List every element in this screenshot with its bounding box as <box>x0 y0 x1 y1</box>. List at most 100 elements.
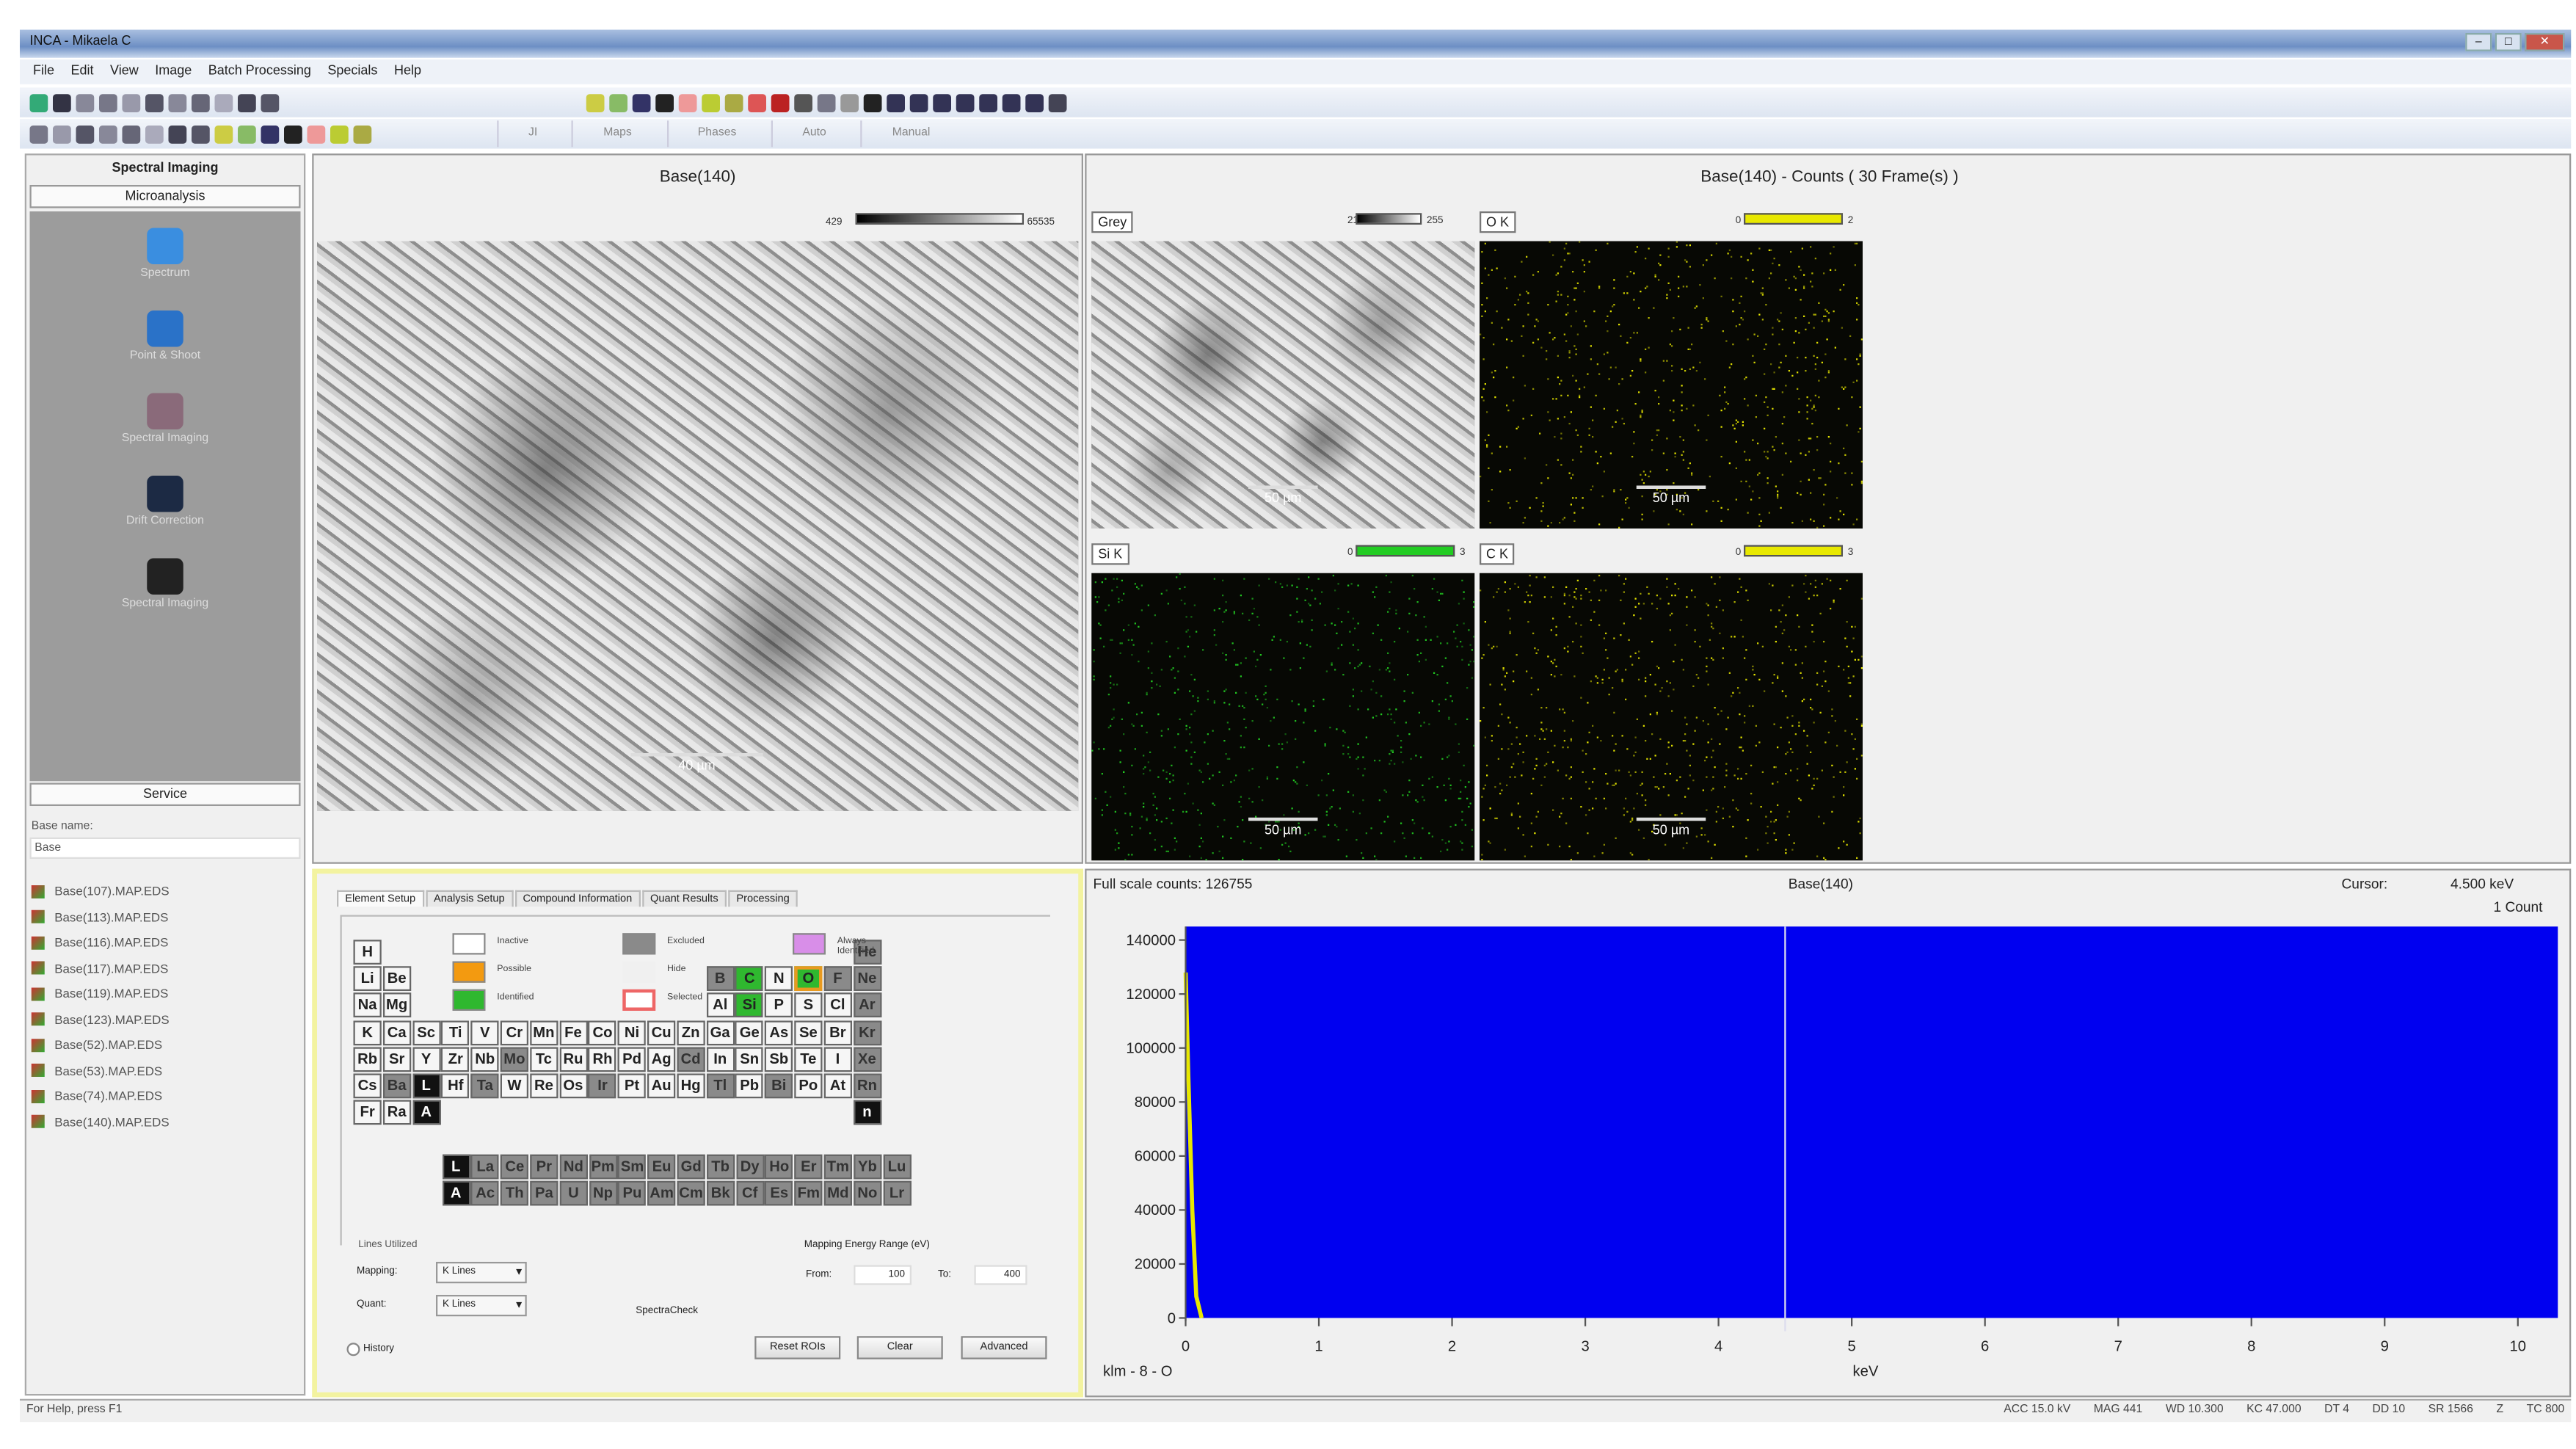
element-Zr[interactable]: Zr <box>441 1047 470 1072</box>
layout-icon[interactable] <box>99 124 117 143</box>
element-Hf[interactable]: Hf <box>441 1073 470 1099</box>
element-Sc[interactable]: Sc <box>412 1020 440 1045</box>
element-Po[interactable]: Po <box>794 1073 823 1099</box>
settings-icon[interactable] <box>1048 93 1067 112</box>
element-Bk[interactable]: Bk <box>706 1181 735 1206</box>
element-V[interactable]: V <box>470 1020 499 1045</box>
element-Pt[interactable]: Pt <box>617 1073 647 1099</box>
element-Yb[interactable]: Yb <box>853 1154 882 1180</box>
element-At[interactable]: At <box>823 1073 852 1099</box>
spectrum-chart[interactable]: 0 20000 40000 60000 80000 100000 120000 140000 0… <box>1087 871 2573 1399</box>
element-Cr[interactable]: Cr <box>500 1020 528 1045</box>
element-Cs[interactable]: Cs <box>353 1073 382 1099</box>
advanced-button[interactable]: Advanced <box>961 1336 1047 1359</box>
element-Ir[interactable]: Ir <box>588 1073 617 1099</box>
checkbox-icon[interactable] <box>346 1343 360 1357</box>
stack-icon[interactable] <box>817 93 836 112</box>
element-In[interactable]: In <box>706 1047 735 1072</box>
element-Co[interactable]: Co <box>588 1020 617 1045</box>
toolbar-tab-maps[interactable]: Maps <box>572 120 662 148</box>
element-Mg[interactable]: Mg <box>382 993 411 1018</box>
element-Ho[interactable]: Ho <box>765 1154 793 1180</box>
element-map-si-k[interactable]: 50 µm <box>1091 573 1475 861</box>
element-O[interactable]: O <box>794 966 823 992</box>
element-Au[interactable]: Au <box>647 1073 676 1099</box>
element-Rb[interactable]: Rb <box>353 1047 382 1072</box>
paste-icon[interactable] <box>122 93 141 112</box>
element-Ag[interactable]: Ag <box>647 1047 676 1072</box>
clear-button[interactable]: Clear <box>856 1336 943 1359</box>
element-Sr[interactable]: Sr <box>382 1047 411 1072</box>
hourglass-icon[interactable] <box>794 93 812 112</box>
zoom3-icon[interactable] <box>238 124 256 143</box>
context-help-icon[interactable] <box>261 93 280 112</box>
element-Ar[interactable]: Ar <box>853 993 881 1018</box>
toolbar-tab-auto[interactable]: Auto <box>771 120 856 148</box>
undo-icon[interactable] <box>192 93 210 112</box>
left-arrow-icon[interactable] <box>887 93 905 112</box>
element-Sb[interactable]: Sb <box>765 1047 793 1072</box>
tool-icon[interactable] <box>1025 93 1044 112</box>
element-Bi[interactable]: Bi <box>765 1073 793 1099</box>
element-Ba[interactable]: Ba <box>382 1073 411 1099</box>
microanalysis-button[interactable]: Microanalysis <box>29 185 301 208</box>
element-Li[interactable]: Li <box>353 966 382 992</box>
reset-rois-button[interactable]: Reset ROIs <box>754 1336 841 1359</box>
element-Ne[interactable]: Ne <box>853 966 881 992</box>
element-Er[interactable]: Er <box>794 1154 823 1180</box>
menu-view[interactable]: View <box>110 63 139 81</box>
element-K[interactable]: K <box>353 1020 382 1045</box>
file-item[interactable]: Base(140).MAP.EDS <box>26 1109 304 1135</box>
element-Am[interactable]: Am <box>647 1181 676 1206</box>
element-Pr[interactable]: Pr <box>530 1154 559 1180</box>
file-item[interactable]: Base(74).MAP.EDS <box>26 1083 304 1109</box>
tab-element-setup[interactable]: Element Setup <box>337 890 424 907</box>
element-Te[interactable]: Te <box>794 1047 823 1072</box>
element-Ca[interactable]: Ca <box>382 1020 411 1045</box>
element-Es[interactable]: Es <box>765 1181 793 1206</box>
element-Ra[interactable]: Ra <box>382 1100 411 1125</box>
nav-item-2[interactable]: Spectral Imaging <box>30 393 301 444</box>
maximize-button[interactable]: □ <box>2495 33 2522 51</box>
mapping-lines-select[interactable]: K Lines <box>436 1262 527 1284</box>
preview-icon[interactable] <box>168 93 187 112</box>
ellipse-icon[interactable] <box>724 93 743 112</box>
history-checkbox[interactable]: History <box>346 1343 394 1357</box>
element-No[interactable]: No <box>853 1181 882 1206</box>
nav-item-1[interactable]: Point & Shoot <box>30 310 301 362</box>
element-Ge[interactable]: Ge <box>735 1020 764 1045</box>
element-Rh[interactable]: Rh <box>588 1047 617 1072</box>
zoom1-icon[interactable] <box>192 124 210 143</box>
element-Pb[interactable]: Pb <box>735 1073 764 1099</box>
tab-processing[interactable]: Processing <box>728 890 798 907</box>
element-Cu[interactable]: Cu <box>647 1020 676 1045</box>
cross-icon[interactable] <box>678 93 697 112</box>
menu-edit[interactable]: Edit <box>71 63 94 81</box>
sem-image[interactable]: 40 µm <box>317 241 1079 811</box>
element-A[interactable]: A <box>412 1100 440 1125</box>
print-icon[interactable] <box>145 93 164 112</box>
marker2-icon[interactable] <box>307 124 326 143</box>
rect-icon[interactable] <box>702 93 720 112</box>
file-item[interactable]: Base(107).MAP.EDS <box>26 879 304 904</box>
element-Xe[interactable]: Xe <box>853 1047 881 1072</box>
element-Rn[interactable]: Rn <box>853 1073 881 1099</box>
file-item[interactable]: Base(117).MAP.EDS <box>26 956 304 981</box>
element-Pu[interactable]: Pu <box>618 1181 647 1206</box>
element-Pd[interactable]: Pd <box>617 1047 647 1072</box>
element-Na[interactable]: Na <box>353 993 382 1018</box>
save-icon[interactable] <box>53 93 71 112</box>
table-icon[interactable] <box>76 124 95 143</box>
right-arrow-icon[interactable] <box>956 93 975 112</box>
element-H[interactable]: H <box>353 940 382 965</box>
element-Ac[interactable]: Ac <box>471 1181 500 1206</box>
zoom4-icon[interactable] <box>261 124 280 143</box>
element-Dy[interactable]: Dy <box>735 1154 764 1180</box>
tab-quant-results[interactable]: Quant Results <box>641 890 727 907</box>
from-input[interactable]: 100 <box>854 1265 912 1285</box>
toolbar-tab-manual[interactable]: Manual <box>861 120 960 148</box>
element-Be[interactable]: Be <box>382 966 411 992</box>
copy-icon[interactable] <box>99 93 117 112</box>
tab-compound-information[interactable]: Compound Information <box>514 890 641 907</box>
element-Nd[interactable]: Nd <box>559 1154 588 1180</box>
